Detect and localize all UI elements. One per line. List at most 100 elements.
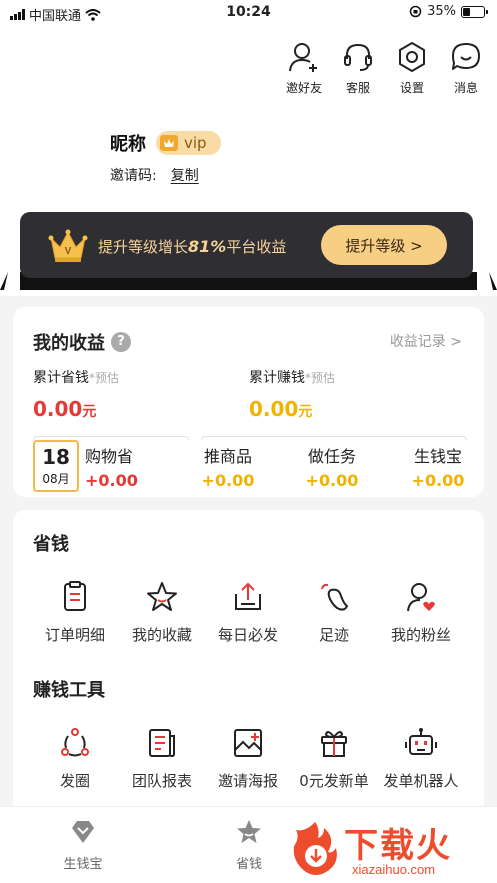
battery-percent: 35% [427, 4, 456, 19]
banner-text-prefix: 提升等级增长 [98, 238, 189, 256]
status-bar: 中国联通 10:24 35% [0, 0, 497, 26]
settings-icon [399, 42, 425, 72]
help-icon[interactable]: ? [111, 332, 131, 352]
stat-tasks-label: 做任务 [307, 447, 356, 466]
footprint-label: 足迹 [318, 626, 349, 644]
headset-icon [344, 43, 372, 71]
crown-icon: V [48, 229, 88, 262]
free-new-order-label: 0元发新单 [299, 772, 369, 790]
upload-icon [235, 582, 261, 610]
invite-poster-button[interactable]: 邀请海报 [203, 726, 293, 791]
order-robot-label: 发单机器人 [383, 772, 459, 790]
invite-poster-label: 邀请海报 [217, 772, 278, 790]
orientation-lock-icon [409, 5, 422, 18]
earned-value: 0.00 [249, 397, 299, 421]
tools-card: 省钱 订单明细 我的收藏 每日必发 足迹 我的粉丝 赚钱工具 发圈 团队报表 邀… [13, 510, 484, 810]
star-icon [147, 582, 177, 611]
share-circle-button[interactable]: 发圈 [30, 726, 120, 791]
stat-promote-value: +0.00 [201, 471, 255, 490]
stat-promote-label: 推商品 [203, 447, 252, 466]
tab-save[interactable]: 省钱 [204, 819, 294, 872]
saved-unit: 元 [82, 404, 97, 420]
diamond-icon [72, 821, 94, 843]
daily-post-button[interactable]: 每日必发 [203, 580, 293, 645]
message-icon [452, 43, 480, 70]
earned-divider [201, 436, 467, 440]
top-actions: 邀好友 客服 设置 消息 [281, 40, 489, 96]
watermark-text: 下载火 [344, 826, 452, 866]
banner-text-suffix: 平台收益 [226, 238, 287, 256]
customer-service-button[interactable]: 客服 [335, 40, 381, 96]
battery-fill [463, 7, 470, 16]
star-tab-icon [237, 820, 261, 843]
stat-shopping-label: 购物省 [85, 447, 134, 466]
invite-code-label: 邀请码: [110, 168, 157, 184]
status-right: 35% [409, 4, 488, 19]
stat-treasure-label: 生钱宝 [413, 447, 462, 466]
calendar-month: 08月 [42, 472, 70, 486]
invite-code-row: 邀请码: 复制 [110, 165, 199, 185]
stat-treasure-value: +0.00 [411, 471, 465, 490]
earnings-card: 我的收益 ? 收益记录 > 累计省钱*预估 0.00元 累计赚钱*预估 0.00… [13, 307, 484, 497]
footprint-icon [321, 583, 348, 611]
tab-treasure[interactable]: 生钱宝 [38, 819, 128, 872]
messages-label: 消息 [453, 81, 478, 95]
share-circle-label: 发圈 [59, 772, 90, 790]
saved-total-value: 0.00元 [33, 397, 96, 421]
vip-badge: vip [156, 131, 221, 155]
copy-invite-code-link[interactable]: 复制 [171, 165, 199, 185]
earn-tools-title: 赚钱工具 [33, 680, 105, 701]
stat-shopping[interactable]: 购物省 +0.00 [85, 443, 145, 490]
gift-icon [321, 731, 347, 757]
earnings-title-row: 我的收益 ? [33, 329, 131, 355]
stat-promote[interactable]: 推商品 +0.00 [193, 443, 263, 490]
watermark-subtext: xiazaihuo.com [352, 862, 436, 877]
watermark-logo: 下载火 xiazaihuo.com [292, 818, 487, 880]
footprint-button[interactable]: 足迹 [289, 580, 379, 645]
settings-button[interactable]: 设置 [389, 40, 435, 96]
earned-unit: 元 [298, 404, 313, 420]
add-user-icon [289, 43, 317, 72]
team-report-button[interactable]: 团队报表 [117, 726, 207, 791]
team-report-label: 团队报表 [131, 772, 192, 790]
my-fans-button[interactable]: 我的粉丝 [376, 580, 466, 645]
order-robot-button[interactable]: 发单机器人 [376, 726, 466, 791]
robot-icon [405, 728, 437, 755]
messages-button[interactable]: 消息 [443, 40, 489, 96]
battery-icon [461, 5, 488, 18]
flame-logo-icon [293, 822, 337, 875]
earnings-title: 我的收益 [33, 333, 105, 354]
stat-tasks[interactable]: 做任务 +0.00 [297, 443, 367, 490]
order-list-icon [64, 581, 86, 611]
share-circle-icon [61, 728, 89, 757]
my-favorites-button[interactable]: 我的收藏 [117, 580, 207, 645]
vip-upgrade-banner: V 提升等级增长81%平台收益 提升等级 > [20, 212, 473, 278]
order-details-button[interactable]: 订单明细 [30, 580, 120, 645]
saved-hint: *预估 [89, 371, 120, 385]
poster-icon [234, 729, 262, 757]
earned-label: 累计赚钱 [249, 370, 305, 386]
invite-friend-label: 邀好友 [285, 81, 322, 95]
earned-total-value: 0.00元 [249, 397, 312, 421]
earned-total-label: 累计赚钱*预估 [249, 367, 335, 387]
profile-header: 邀好友 客服 设置 消息 昵称 vip 邀请码: 复制 V 提升等级增长81%平… [0, 26, 497, 296]
stat-treasure[interactable]: 生钱宝 +0.00 [403, 443, 473, 490]
upgrade-level-button[interactable]: 提升等级 > [321, 225, 447, 265]
calendar-badge: 18 08月 [33, 440, 79, 492]
tab-treasure-label: 生钱宝 [63, 857, 103, 872]
svg-text:V: V [65, 246, 72, 257]
banner-text: 提升等级增长81%平台收益 [98, 236, 286, 257]
order-details-label: 订单明细 [44, 626, 105, 644]
nickname-row: 昵称 vip [110, 130, 221, 156]
tab-save-label: 省钱 [235, 857, 262, 872]
calendar-day: 18 [42, 445, 70, 469]
earned-hint: *预估 [305, 371, 336, 385]
free-new-order-button[interactable]: 0元发新单 [289, 726, 379, 791]
vip-crown-icon [160, 135, 178, 151]
earnings-record-link[interactable]: 收益记录 > [390, 331, 462, 351]
fans-icon [407, 583, 435, 612]
invite-friend-button[interactable]: 邀好友 [281, 40, 327, 96]
settings-label: 设置 [399, 81, 424, 95]
saved-total-label: 累计省钱*预估 [33, 367, 119, 387]
saved-label: 累计省钱 [33, 370, 89, 386]
